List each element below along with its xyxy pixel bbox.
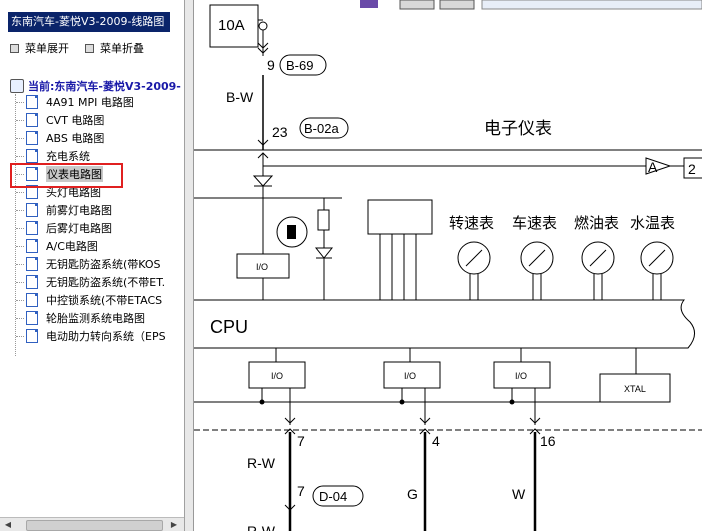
- tree-item-eps[interactable]: 电动助力转向系统（EPS: [16, 328, 166, 344]
- document-icon: [26, 131, 38, 145]
- scroll-right-icon[interactable]: ▶: [168, 519, 180, 531]
- tree-item-keyless-no-et[interactable]: 无钥匙防盗系统(不带ET.: [16, 274, 165, 290]
- wiring-diagram: 10A 9 B-69 B-W 23 B-02a 电子仪表 A 2 I/O 转速表: [194, 0, 702, 531]
- highlight-box: [10, 163, 123, 188]
- tree-item-keyless-kos[interactable]: 无钥匙防盗系统(带KOS: [16, 256, 161, 272]
- gauge-tach: [457, 241, 491, 300]
- fuse-terminal: [258, 21, 268, 31]
- wire-bw: B-W: [226, 89, 254, 105]
- connector-d04-label: D-04: [319, 489, 347, 504]
- wire-rw-2: R-W: [247, 523, 276, 531]
- tree-item-cvt[interactable]: CVT 电路图: [16, 112, 104, 128]
- gauge-label-speed: 车速表: [512, 215, 557, 232]
- document-icon: [26, 221, 38, 235]
- fuse-label: 10A: [218, 17, 245, 34]
- expand-icon: [10, 43, 19, 53]
- wire-rw: R-W: [247, 455, 276, 471]
- connector-b69-label: B-69: [286, 58, 313, 73]
- document-icon: [26, 113, 38, 127]
- document-icon: [26, 293, 38, 307]
- document-icon: [26, 203, 38, 217]
- gauge-speed: [520, 241, 554, 300]
- tree-item-ac[interactable]: A/C电路图: [16, 238, 98, 254]
- resistor: [317, 209, 330, 231]
- collapse-label: 菜单折叠: [100, 42, 144, 55]
- document-icon: [26, 95, 38, 109]
- wire-g: G: [407, 486, 418, 502]
- gauge-fuel: [581, 241, 615, 300]
- collapse-icon: [85, 43, 94, 53]
- document-icon: [26, 311, 38, 325]
- io-label: I/O: [515, 371, 527, 381]
- tree-panel: 东南汽车-菱悦V3-2009-线路图 菜单展开 菜单折叠 当前:东南汽车-菱悦V…: [0, 0, 185, 531]
- pin-bottom-3: 16: [540, 433, 556, 449]
- document-icon: [26, 257, 38, 271]
- collapse-menu-button[interactable]: 菜单折叠: [85, 40, 144, 56]
- expand-label: 菜单展开: [25, 42, 69, 55]
- tree-item-abs[interactable]: ABS 电路图: [16, 130, 104, 146]
- tree-root-label: 当前:东南汽车-菱悦V3-2009-: [28, 80, 181, 93]
- gauge-temp: [640, 241, 674, 300]
- connector-b02a-label: B-02a: [304, 121, 339, 136]
- tree-item-central-lock[interactable]: 中控锁系统(不带ETACS: [16, 292, 162, 308]
- wire-w: W: [512, 486, 526, 502]
- scroll-thumb[interactable]: [26, 520, 163, 531]
- scroll-left-icon[interactable]: ◀: [2, 519, 14, 531]
- tree-item-4a91[interactable]: 4A91 MPI 电路图: [16, 94, 134, 110]
- io-label: I/O: [404, 371, 416, 381]
- cluster-title: 电子仪表: [484, 119, 552, 138]
- tree-root[interactable]: 当前:东南汽车-菱悦V3-2009-: [10, 78, 181, 94]
- document-icon: [26, 149, 38, 163]
- xtal-label: XTAL: [624, 384, 646, 394]
- toolbar-fragment: [360, 0, 378, 8]
- cpu-label: CPU: [210, 317, 248, 337]
- io-label: I/O: [271, 371, 283, 381]
- splitter-bar[interactable]: [185, 0, 194, 531]
- document-icon: [26, 239, 38, 253]
- pin-mid: 23: [272, 124, 288, 140]
- document-icon: [26, 329, 38, 343]
- cpu-block: [194, 299, 695, 349]
- pin-top: 9: [267, 57, 275, 73]
- tree-item-tire-monitor[interactable]: 轮胎监测系统电路图: [16, 310, 145, 326]
- banner-fragment: [481, 0, 702, 10]
- pin-bottom-2: 4: [432, 433, 440, 449]
- book-icon: [10, 79, 24, 93]
- pin-bottom-1: 7: [297, 433, 305, 449]
- toolbar-button[interactable]: [399, 0, 435, 10]
- tree-item-rear-fog[interactable]: 后雾灯电路图: [16, 220, 112, 236]
- document-icon: [26, 275, 38, 289]
- tree-item-charging[interactable]: 充电系统: [16, 148, 90, 164]
- diode: [252, 175, 274, 187]
- gauge-label-fuel: 燃油表: [574, 214, 619, 232]
- io-label: I/O: [256, 262, 268, 272]
- led: [314, 247, 334, 259]
- horizontal-scrollbar[interactable]: ◀ ▶: [0, 517, 184, 531]
- panel-title: 东南汽车-菱悦V3-2009-线路图: [8, 12, 170, 32]
- ref-a: A: [648, 159, 658, 175]
- toolbar-button[interactable]: [439, 0, 475, 10]
- gauge-label-tach: 转速表: [449, 215, 494, 232]
- expand-menu-button[interactable]: 菜单展开: [10, 40, 69, 56]
- ref-page: 2: [688, 161, 696, 177]
- tree-item-front-fog[interactable]: 前雾灯电路图: [16, 202, 112, 218]
- display-module: [367, 199, 433, 235]
- gauge-label-temp: 水温表: [630, 215, 675, 232]
- pin-lower: 7: [297, 483, 305, 499]
